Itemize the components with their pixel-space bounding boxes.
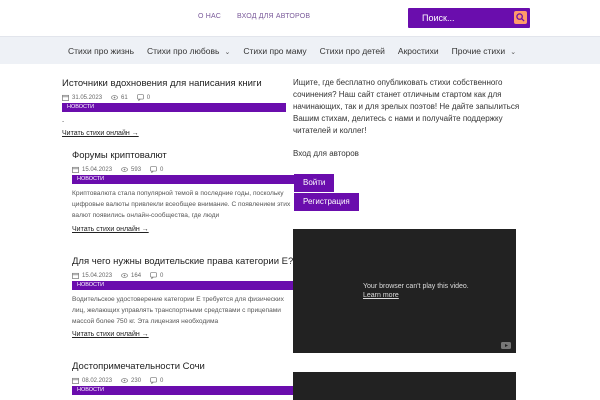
article-title[interactable]: Источники вдохновения для написания книг… [62, 78, 286, 89]
read-more-link[interactable]: Читать стихи онлайн → [72, 331, 294, 338]
category-badge[interactable]: НОВОСТИ [62, 103, 286, 112]
comment-icon [136, 94, 144, 101]
article-excerpt: Водительское удостоверение категории Е т… [72, 296, 284, 325]
category-badge[interactable]: НОВОСТИ [72, 175, 294, 184]
register-button[interactable]: Регистрация [294, 193, 359, 211]
read-more-link[interactable]: Читать стихи онлайн → [72, 226, 294, 233]
article-card: Достопримечательности Сочи 08.02.2023 23… [72, 361, 294, 395]
nav-item-label: Стихи про любовь [147, 46, 220, 56]
video-player[interactable] [293, 372, 516, 400]
nav-item-acrostics[interactable]: Акростихи [398, 46, 439, 56]
sidebar-intro: Ищите, где бесплатно опубликовать стихи … [293, 78, 520, 135]
nav-item-label: Стихи про маму [243, 46, 307, 56]
eye-icon [111, 95, 118, 100]
nav-item-label: Акростихи [397, 46, 439, 56]
article-date: 15.04.2023 [82, 272, 113, 279]
nav-item-life[interactable]: Стихи про жизнь [68, 46, 134, 56]
video-error-text: Your browser can't play this video. [363, 283, 469, 290]
article-title[interactable]: Для чего нужны водительские права катего… [72, 256, 294, 267]
nav-item-love[interactable]: Стихи про любовь ⌄ [147, 46, 230, 56]
video-error-message: Your browser can't play this video. Lear… [363, 282, 469, 300]
search-box [408, 8, 530, 28]
comment-icon [150, 377, 157, 384]
eye-icon [121, 378, 128, 383]
article-comments: 0 [146, 94, 151, 101]
search-button[interactable] [514, 11, 527, 24]
article-views: 61 [121, 94, 128, 101]
article-views: 230 [131, 377, 142, 384]
article-meta: 08.02.2023 230 0 [72, 377, 294, 384]
search-icon [516, 13, 525, 22]
article-date: 31.05.2023 [72, 94, 103, 101]
sidebar: Ищите, где бесплатно опубликовать стихи … [293, 64, 523, 158]
article-comments: 0 [160, 166, 164, 173]
youtube-icon[interactable] [501, 342, 511, 349]
category-badge[interactable]: НОВОСТИ [72, 281, 294, 290]
main-nav: Стихи про жизнь Стихи про любовь ⌄ Стихи … [0, 36, 600, 64]
nav-item-other[interactable]: Прочие стихи ⌄ [452, 46, 516, 56]
chevron-down-icon: ⌄ [510, 49, 517, 56]
nav-item-label: Стихи про жизнь [68, 46, 135, 56]
article-card: Форумы криптовалют 15.04.2023 593 0 НОВО… [72, 150, 294, 233]
top-bar: О НАС ВХОД ДЛЯ АВТОРОВ [0, 0, 600, 36]
article-excerpt: Криптовалюта стала популярной темой в по… [72, 190, 291, 219]
article-title[interactable]: Достопримечательности Сочи [72, 361, 294, 372]
about-link[interactable]: О НАС [198, 13, 221, 20]
nav-item-label: Прочие стихи [451, 46, 506, 56]
login-button[interactable]: Войти [294, 174, 335, 192]
eye-icon [121, 167, 128, 172]
nav-item-label: Стихи про детей [319, 46, 385, 56]
category-badge[interactable]: НОВОСТИ [72, 386, 294, 395]
article-date: 15.04.2023 [82, 166, 113, 173]
learn-more-link[interactable]: Learn more [363, 291, 469, 300]
chevron-down-icon: ⌄ [224, 49, 231, 56]
nav-item-children[interactable]: Стихи про детей [320, 46, 385, 56]
comment-icon [150, 166, 157, 173]
article-meta: 31.05.2023 61 0 [62, 94, 286, 101]
video-player[interactable]: Your browser can't play this video. Lear… [293, 229, 516, 353]
comment-icon [150, 272, 157, 279]
top-links: О НАС ВХОД ДЛЯ АВТОРОВ [198, 13, 310, 20]
article-views: 164 [131, 272, 142, 279]
eye-icon [121, 273, 128, 278]
article-date: 08.02.2023 [82, 377, 113, 384]
author-login-link[interactable]: ВХОД ДЛЯ АВТОРОВ [237, 13, 310, 20]
search-input[interactable] [422, 11, 512, 25]
read-more-link[interactable]: Читать стихи онлайн → [62, 130, 286, 137]
article-views: 593 [131, 166, 142, 173]
article-meta: 15.04.2023 593 0 [72, 166, 294, 173]
article-excerpt: - [62, 118, 65, 125]
article-comments: 0 [160, 377, 164, 384]
author-login-heading[interactable]: Вход для авторов [293, 149, 523, 158]
calendar-icon [72, 166, 79, 173]
article-card: Для чего нужны водительские права катего… [72, 256, 294, 338]
nav-item-mom[interactable]: Стихи про маму [243, 46, 306, 56]
article-title[interactable]: Форумы криптовалют [72, 150, 294, 161]
article-meta: 15.04.2023 164 0 [72, 272, 294, 279]
article-comments: 0 [160, 272, 164, 279]
article-card: Источники вдохновения для написания книг… [62, 78, 286, 137]
calendar-icon [72, 272, 79, 279]
calendar-icon [72, 377, 79, 384]
calendar-icon [62, 94, 69, 101]
